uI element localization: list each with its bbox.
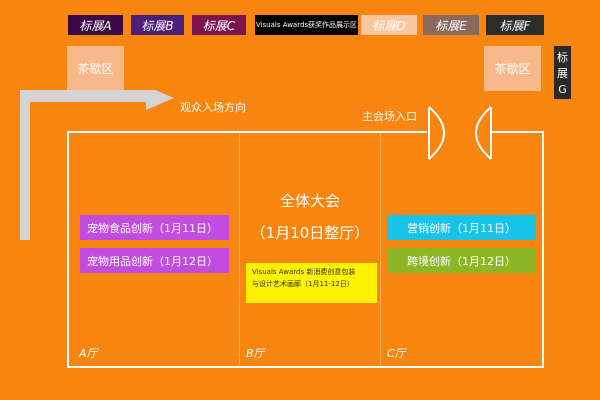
booth-g: 标展G — [554, 46, 571, 99]
hall-b-label: B厅 — [246, 347, 265, 360]
hall-bottom-border — [67, 366, 544, 368]
plenary-title: 全体大会 — [279, 192, 340, 210]
teahouse-left: 茶歇区 — [67, 46, 124, 91]
hall-c-bar-1: 营销创新（1月11日） — [387, 215, 536, 240]
entrance-door-icon — [428, 106, 492, 160]
booth-a: 标展A — [68, 15, 123, 35]
hall-a-bar-2: 宠物用品创新（1月12日） — [80, 248, 229, 273]
hall-a-label: A厅 — [79, 347, 98, 360]
hall-top-border-left — [67, 131, 427, 133]
hall-divider-ab — [239, 133, 240, 366]
booth-c: 标展C — [192, 15, 246, 35]
hall-right-border — [542, 131, 544, 368]
hall-divider-bc — [380, 133, 381, 366]
visuals-gallery-box: Visuals Awards 新消费创意包装 与设计艺术画廊（1月11-12日） — [246, 263, 377, 303]
audience-direction-label: 观众入场方向 — [180, 101, 246, 114]
hall-top-border-right — [492, 131, 544, 133]
main-entrance-label: 主会场入口 — [362, 110, 417, 123]
hall-c-bar-2: 跨境创新（1月12日） — [387, 248, 536, 273]
booth-f: 标展F — [486, 15, 544, 35]
hall-a-bar-1: 宠物食品创新（1月11日） — [80, 215, 229, 240]
booth-b: 标展B — [131, 15, 184, 35]
gallery-line-2: 与设计艺术画廊（1月11-12日） — [252, 280, 354, 288]
gallery-line-1: Visuals Awards 新消费创意包装 — [252, 268, 356, 276]
teahouse-right: 茶歇区 — [484, 46, 541, 91]
hall-left-border — [67, 131, 69, 368]
hall-c-label: C厅 — [387, 347, 406, 360]
booth-d: 标展D — [361, 15, 417, 35]
visuals-awards-booth: Visuals Awards获奖作品展示区 — [255, 15, 358, 35]
plenary-date: （1月10日整厅） — [250, 224, 370, 242]
booth-e: 标展E — [423, 15, 479, 35]
